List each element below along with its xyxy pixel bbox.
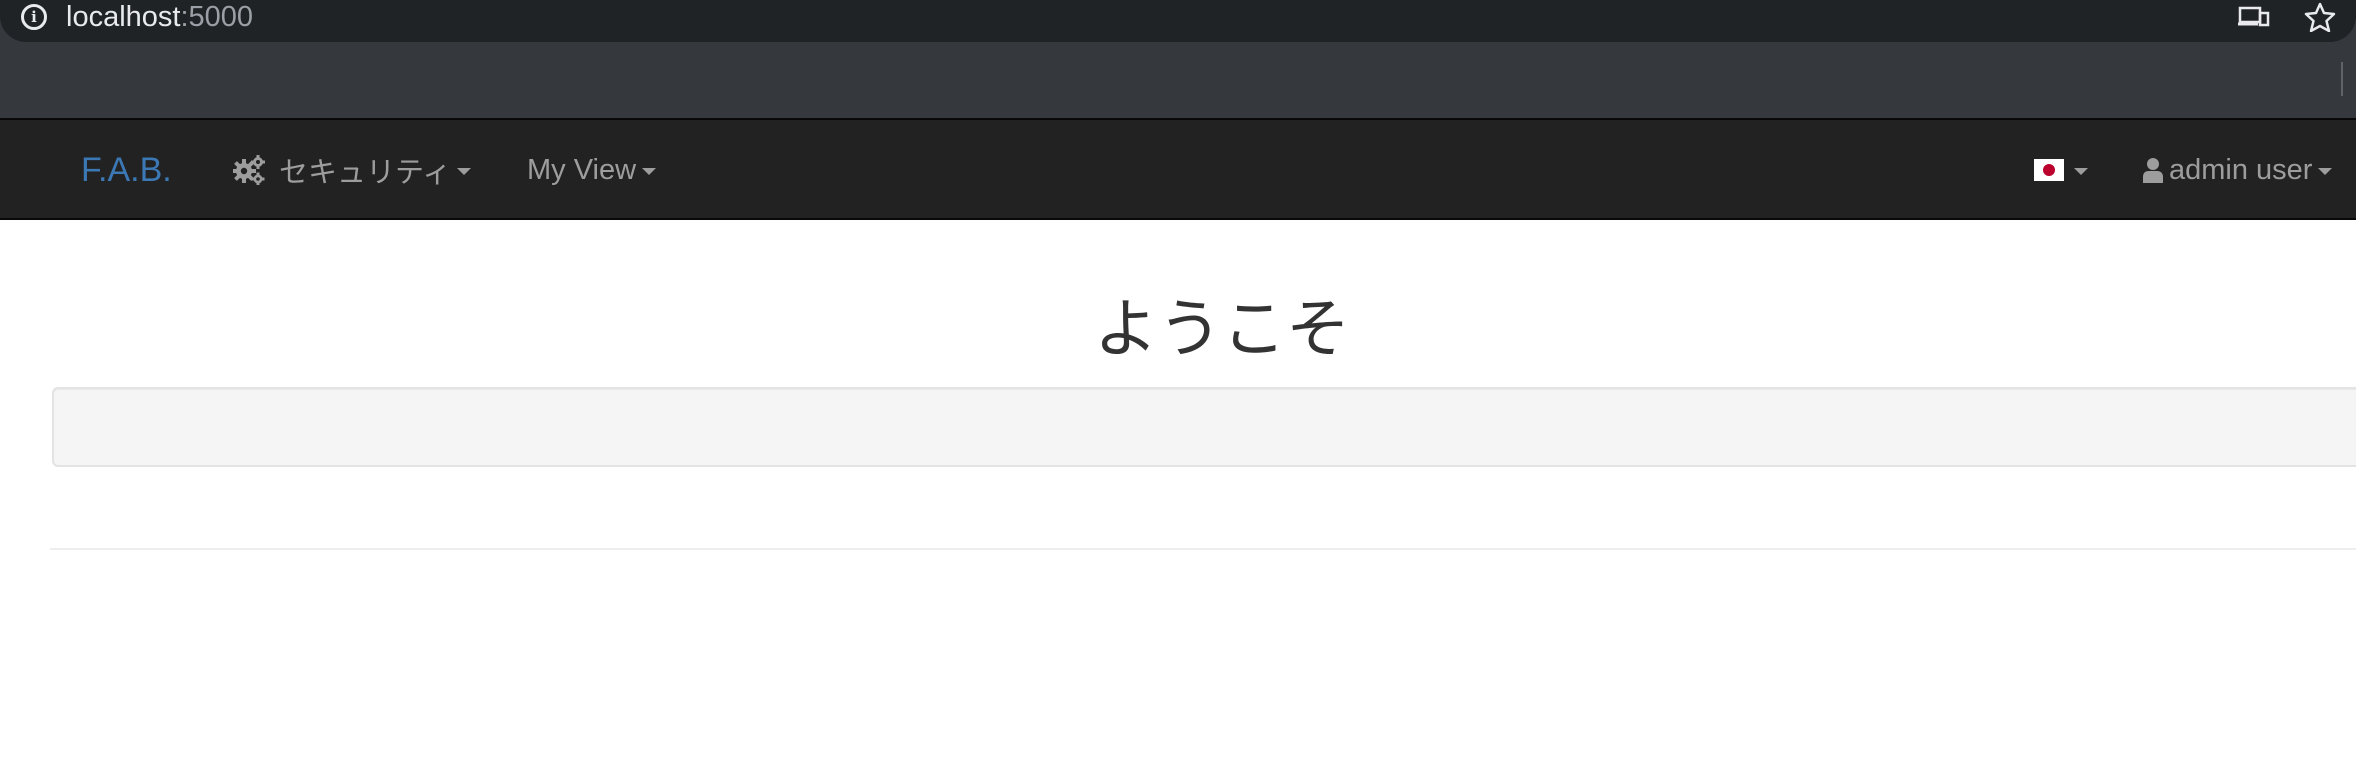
url-port: :5000 [180,1,254,33]
security-menu-label: セキュリティ [279,157,452,189]
content-well [52,387,2356,467]
divider [50,548,2356,550]
japan-flag-icon [2034,159,2064,181]
language-menu[interactable] [2034,148,2088,192]
devices-icon[interactable] [2238,4,2270,30]
bookmarks-separator [2341,62,2343,96]
url-text[interactable]: localhost:5000 [66,0,253,34]
info-icon[interactable]: i [21,4,47,30]
address-bar[interactable]: i localhost:5000 [0,0,2356,42]
brand-link[interactable]: F.A.B. [81,148,172,192]
chevron-down-icon [642,167,657,175]
my-view-menu-label: My View [527,153,637,186]
page-title: ようこそ [1094,293,1350,367]
chevron-down-icon [2074,167,2088,175]
app-navbar: F.A.B. セキュリティ My View admin user [0,118,2356,220]
user-menu-label: admin user [2169,153,2313,186]
gears-icon [233,155,265,185]
browser-toolbar: i localhost:5000 [0,0,2356,118]
url-host: localhost [66,1,181,33]
chevron-down-icon [2318,167,2333,175]
bookmarks-bar [0,42,2356,118]
user-menu[interactable]: admin user [2143,148,2333,192]
my-view-menu[interactable]: My View [527,148,657,192]
security-menu[interactable]: セキュリティ [233,148,472,192]
chevron-down-icon [457,167,472,175]
star-icon[interactable] [2304,2,2336,32]
user-icon [2143,158,2163,183]
